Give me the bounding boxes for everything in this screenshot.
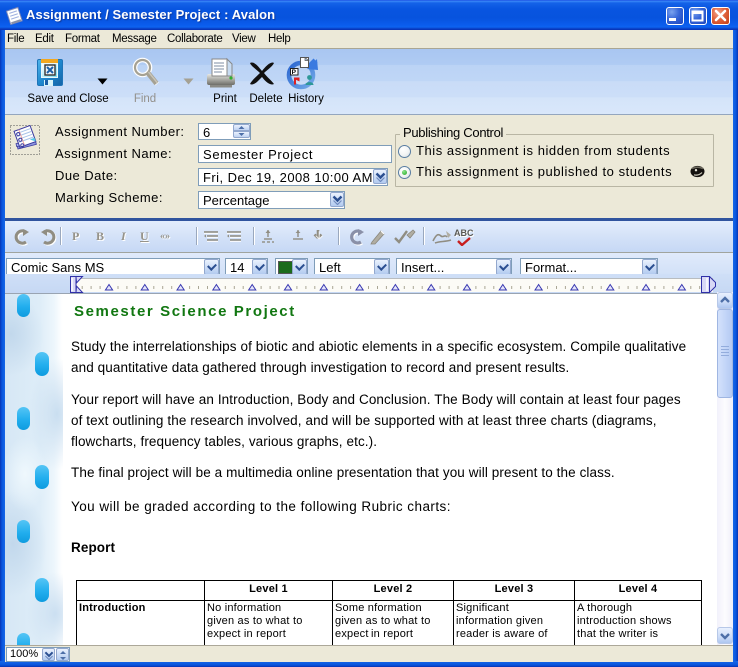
svg-text:P: P (292, 69, 297, 76)
